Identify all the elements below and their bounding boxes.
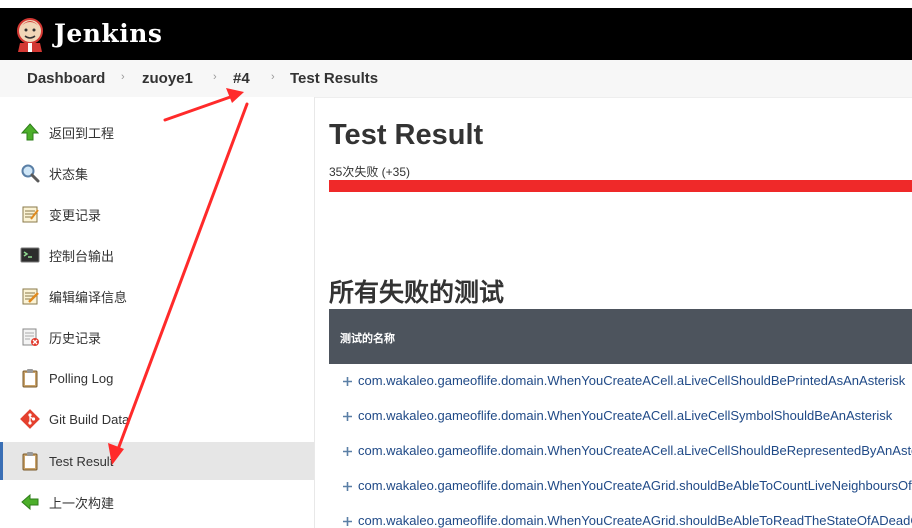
git-icon: [20, 409, 40, 429]
sidebar-item-label: 编辑编译信息: [49, 289, 128, 305]
window-top-margin: [0, 0, 912, 8]
expand-plus-icon[interactable]: [342, 446, 353, 457]
expand-plus-icon[interactable]: [342, 516, 353, 527]
sidebar-item-label: Polling Log: [49, 370, 114, 386]
breadcrumb-dashboard[interactable]: Dashboard: [27, 70, 105, 87]
table-row: com.wakaleo.gameoflife.domain.WhenYouCre…: [329, 469, 912, 505]
expand-plus-icon[interactable]: [342, 481, 353, 492]
sidebar-item-back-to-project[interactable]: 返回到工程: [0, 113, 314, 151]
notepad-edit-icon: [22, 288, 39, 305]
test-link[interactable]: com.wakaleo.gameoflife.domain.WhenYouCre…: [358, 408, 892, 423]
table-header: 测试的名称: [329, 309, 912, 364]
breadcrumb: Dashboard › zuoye1 › #4 › Test Results: [0, 60, 912, 98]
sidebar-item-test-result[interactable]: Test Result: [0, 442, 314, 480]
brand-title[interactable]: Jenkins: [54, 19, 162, 48]
sidebar-item-label: 历史记录: [49, 330, 102, 346]
sidebar-item-console-output[interactable]: 控制台输出: [0, 236, 314, 274]
chevron-right-icon: ›: [121, 71, 125, 83]
jenkins-logo-icon[interactable]: [14, 16, 46, 52]
table-row: com.wakaleo.gameoflife.domain.WhenYouCre…: [329, 399, 912, 435]
breadcrumb-test-results[interactable]: Test Results: [290, 70, 378, 87]
sidebar-item-label: 返回到工程: [49, 125, 115, 141]
magnifier-icon: [21, 164, 40, 183]
sidebar-item-history[interactable]: 历史记录: [0, 318, 314, 356]
page-header: Jenkins: [0, 8, 912, 60]
page-title: Test Result: [329, 119, 484, 151]
left-arrow-icon: [21, 493, 39, 511]
sidebar-item-previous-build[interactable]: 上一次构建: [0, 483, 314, 521]
failed-tests-heading: 所有失败的测试: [329, 279, 505, 307]
test-link[interactable]: com.wakaleo.gameoflife.domain.WhenYouCre…: [358, 443, 912, 458]
table-row: com.wakaleo.gameoflife.domain.WhenYouCre…: [329, 434, 912, 470]
sidebar-item-label: Test Result: [49, 453, 114, 469]
sidebar: 返回到工程 状态集 变更记录 控制台输出 编辑编译信息 历史记录 Polling…: [0, 97, 315, 528]
test-link[interactable]: com.wakaleo.gameoflife.domain.WhenYouCre…: [358, 513, 912, 528]
notepad-icon: [22, 206, 39, 223]
expand-plus-icon[interactable]: [342, 376, 353, 387]
clipboard-icon: [22, 452, 38, 471]
terminal-icon: [20, 247, 40, 263]
sidebar-item-git-build-data[interactable]: Git Build Data: [0, 400, 314, 438]
clipboard-icon: [22, 369, 38, 388]
up-arrow-icon: [20, 123, 40, 141]
expand-plus-icon[interactable]: [342, 411, 353, 422]
sidebar-item-status[interactable]: 状态集: [0, 154, 314, 192]
sidebar-item-changes[interactable]: 变更记录: [0, 195, 314, 233]
sidebar-item-label: 变更记录: [49, 207, 102, 223]
test-link[interactable]: com.wakaleo.gameoflife.domain.WhenYouCre…: [358, 373, 905, 388]
sidebar-item-label: Git Build Data: [49, 411, 130, 427]
table-row: com.wakaleo.gameoflife.domain.WhenYouCre…: [329, 504, 912, 528]
test-link[interactable]: com.wakaleo.gameoflife.domain.WhenYouCre…: [358, 478, 912, 493]
failure-summary: 35次失败 (+35): [329, 165, 411, 179]
breadcrumb-build[interactable]: #4: [233, 70, 250, 87]
chevron-right-icon: ›: [213, 71, 217, 83]
table-row: com.wakaleo.gameoflife.domain.WhenYouCre…: [329, 364, 912, 400]
sidebar-item-polling-log[interactable]: Polling Log: [0, 359, 314, 397]
sidebar-item-edit-build-info[interactable]: 编辑编译信息: [0, 277, 314, 315]
failure-progress-bar: [329, 180, 912, 192]
delete-document-icon: [22, 328, 39, 346]
sidebar-item-label: 控制台输出: [49, 248, 115, 264]
sidebar-item-label: 上一次构建: [49, 495, 115, 511]
breadcrumb-job[interactable]: zuoye1: [142, 70, 193, 87]
chevron-right-icon: ›: [271, 71, 275, 83]
column-header-test-name[interactable]: 测试的名称: [340, 330, 395, 346]
main-content: Test Result 35次失败 (+35) 所有失败的测试 测试的名称 co…: [315, 97, 912, 528]
sidebar-item-label: 状态集: [49, 166, 89, 182]
